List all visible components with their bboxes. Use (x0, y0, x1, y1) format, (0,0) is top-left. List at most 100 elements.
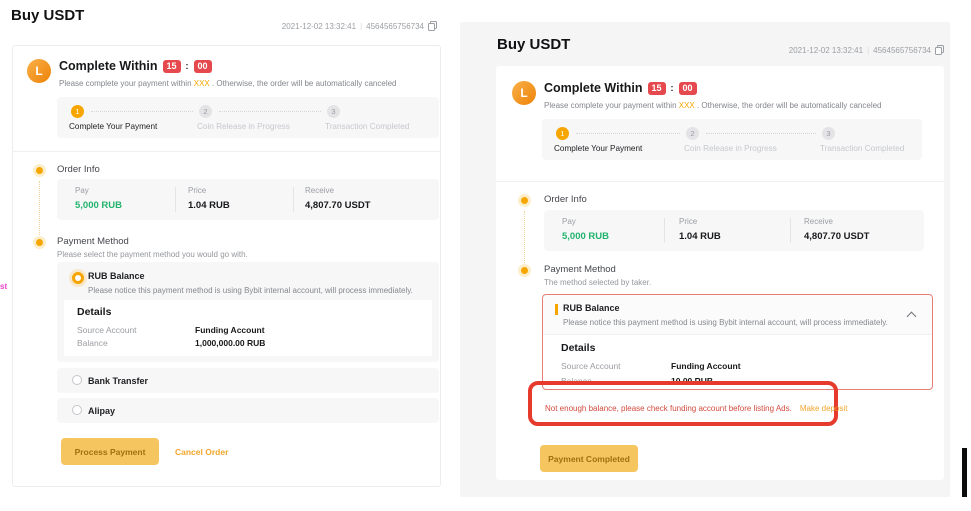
column-divider (664, 218, 665, 243)
payment-option-bank-transfer[interactable]: Bank Transfer (57, 368, 439, 393)
payment-option-rub-balance-expanded: RUB Balance Please notice this payment m… (542, 294, 933, 390)
step-connector (91, 111, 193, 112)
pay-value: 5,000 RUB (562, 231, 609, 242)
payment-method-subtitle: Please select the payment method you wou… (57, 250, 248, 259)
timer-minutes-badge: 15 (648, 82, 666, 95)
details-title: Details (561, 342, 595, 354)
complete-within-heading: Complete Within (59, 59, 158, 73)
timeline-dot (36, 239, 43, 246)
order-id: 4564565756734 (366, 22, 424, 31)
timer-seconds-badge: 00 (194, 60, 212, 73)
step-1-circle: 1 (556, 127, 569, 140)
make-deposit-link[interactable]: Make deposit (800, 404, 848, 413)
receive-value: 4,807.70 USDT (305, 200, 370, 211)
meta-separator: | (360, 22, 362, 31)
step-2-circle: 2 (199, 105, 212, 118)
option-header[interactable]: RUB Balance Please notice this payment m… (543, 295, 932, 335)
step-3-circle: 3 (822, 127, 835, 140)
complete-within-heading: Complete Within (544, 81, 643, 95)
receive-label: Receive (804, 217, 869, 226)
details-panel: Details Source Account Funding Account B… (64, 300, 432, 356)
step-2-circle: 2 (686, 127, 699, 140)
timer-instruction: Please complete your payment within XXX … (59, 79, 397, 88)
column-divider (293, 187, 294, 212)
option-name: Alipay (88, 406, 115, 416)
balance-label: Balance (77, 338, 108, 348)
option-name: RUB Balance (88, 271, 145, 281)
stray-annotation-text: st (0, 282, 7, 291)
step-1-label: Complete Your Payment (69, 122, 157, 131)
order-info-label: Order Info (57, 164, 100, 175)
accent-bar (555, 304, 558, 315)
receive-value: 4,807.70 USDT (804, 231, 869, 242)
order-info-box: Pay 5,000 RUB Price 1.04 RUB Receive 4,8… (544, 210, 924, 251)
timer-minutes-badge: 15 (163, 60, 181, 73)
details-title: Details (77, 306, 111, 318)
step-2-label: Coin Release in Progress (684, 144, 777, 153)
step-2-label: Coin Release in Progress (197, 122, 290, 131)
payment-method-subtitle: The method selected by taker. (544, 278, 651, 287)
option-notice: Please notice this payment method is usi… (563, 318, 888, 327)
page-title: Buy USDT (11, 7, 84, 24)
order-info-label: Order Info (544, 194, 587, 205)
countdown-clock-icon: L (512, 81, 536, 105)
left-panel: Buy USDT 2021-12-02 13:32:41 | 456456575… (0, 0, 460, 511)
balance-value: 10.00 RUB (671, 376, 713, 386)
screenshot-root: Buy USDT 2021-12-02 13:32:41 | 456456575… (0, 0, 971, 511)
source-account-value: Funding Account (671, 361, 741, 371)
timeline-dot (521, 267, 528, 274)
chevron-up-icon[interactable] (907, 312, 917, 322)
order-card: L Complete Within 15 : 00 Please complet… (12, 45, 441, 487)
pay-value: 5,000 RUB (75, 200, 122, 211)
radio-selected[interactable] (72, 272, 84, 284)
payment-option-alipay[interactable]: Alipay (57, 398, 439, 423)
step-connector (576, 133, 680, 134)
order-info-box: Pay 5,000 RUB Price 1.04 RUB Receive 4,8… (57, 179, 439, 220)
progress-steps: 1 2 3 Complete Your Payment Coin Release… (542, 119, 922, 160)
receive-label: Receive (305, 186, 370, 195)
step-3-circle: 3 (327, 105, 340, 118)
order-meta: 2021-12-02 13:32:41 | 4564565756734 (282, 21, 437, 31)
error-message: Not enough balance, please check funding… (545, 404, 847, 413)
balance-value: 1,000,000.00 RUB (195, 338, 265, 348)
radio-unselected[interactable] (72, 405, 82, 415)
timeline-line (524, 211, 525, 269)
source-account-label: Source Account (77, 325, 137, 335)
text-cursor-artifact (962, 448, 967, 497)
payment-option-rub-balance[interactable]: RUB Balance Please notice this payment m… (57, 262, 439, 362)
payment-completed-button[interactable]: Payment Completed (540, 445, 638, 472)
column-divider (175, 187, 176, 212)
countdown-clock-icon: L (27, 59, 51, 83)
timer-placeholder: XXX (679, 101, 695, 110)
order-timestamp: 2021-12-02 13:32:41 (789, 46, 863, 55)
order-id: 4564565756734 (873, 46, 931, 55)
order-card: L Complete Within 15 : 00 Please complet… (496, 66, 944, 480)
column-divider (790, 218, 791, 243)
progress-steps: 1 2 3 Complete Your Payment Coin Release… (57, 97, 439, 138)
cancel-order-link[interactable]: Cancel Order (175, 447, 228, 457)
order-timestamp: 2021-12-02 13:32:41 (282, 22, 356, 31)
payment-method-label: Payment Method (544, 264, 616, 275)
copy-icon[interactable] (935, 45, 944, 55)
section-divider (13, 151, 440, 152)
timer-colon: : (186, 61, 189, 71)
step-3-label: Transaction Completed (820, 144, 904, 153)
timer-seconds-badge: 00 (679, 82, 697, 95)
timer-placeholder: XXX (194, 79, 210, 88)
timeline-line (39, 181, 40, 237)
timer-instruction: Please complete your payment within XXX … (544, 101, 882, 110)
process-payment-button[interactable]: Process Payment (61, 438, 159, 465)
timeline-dot (521, 197, 528, 204)
price-label: Price (679, 217, 721, 226)
balance-label: Balance (561, 376, 592, 386)
step-1-circle: 1 (71, 105, 84, 118)
source-account-value: Funding Account (195, 325, 265, 335)
option-notice: Please notice this payment method is usi… (88, 286, 413, 295)
option-name: RUB Balance (563, 303, 620, 313)
price-value: 1.04 RUB (679, 231, 721, 242)
copy-icon[interactable] (428, 21, 437, 31)
radio-unselected[interactable] (72, 375, 82, 385)
pay-label: Pay (75, 186, 122, 195)
right-panel: Buy USDT 2021-12-02 13:32:41 | 456456575… (460, 22, 950, 497)
source-account-label: Source Account (561, 361, 621, 371)
